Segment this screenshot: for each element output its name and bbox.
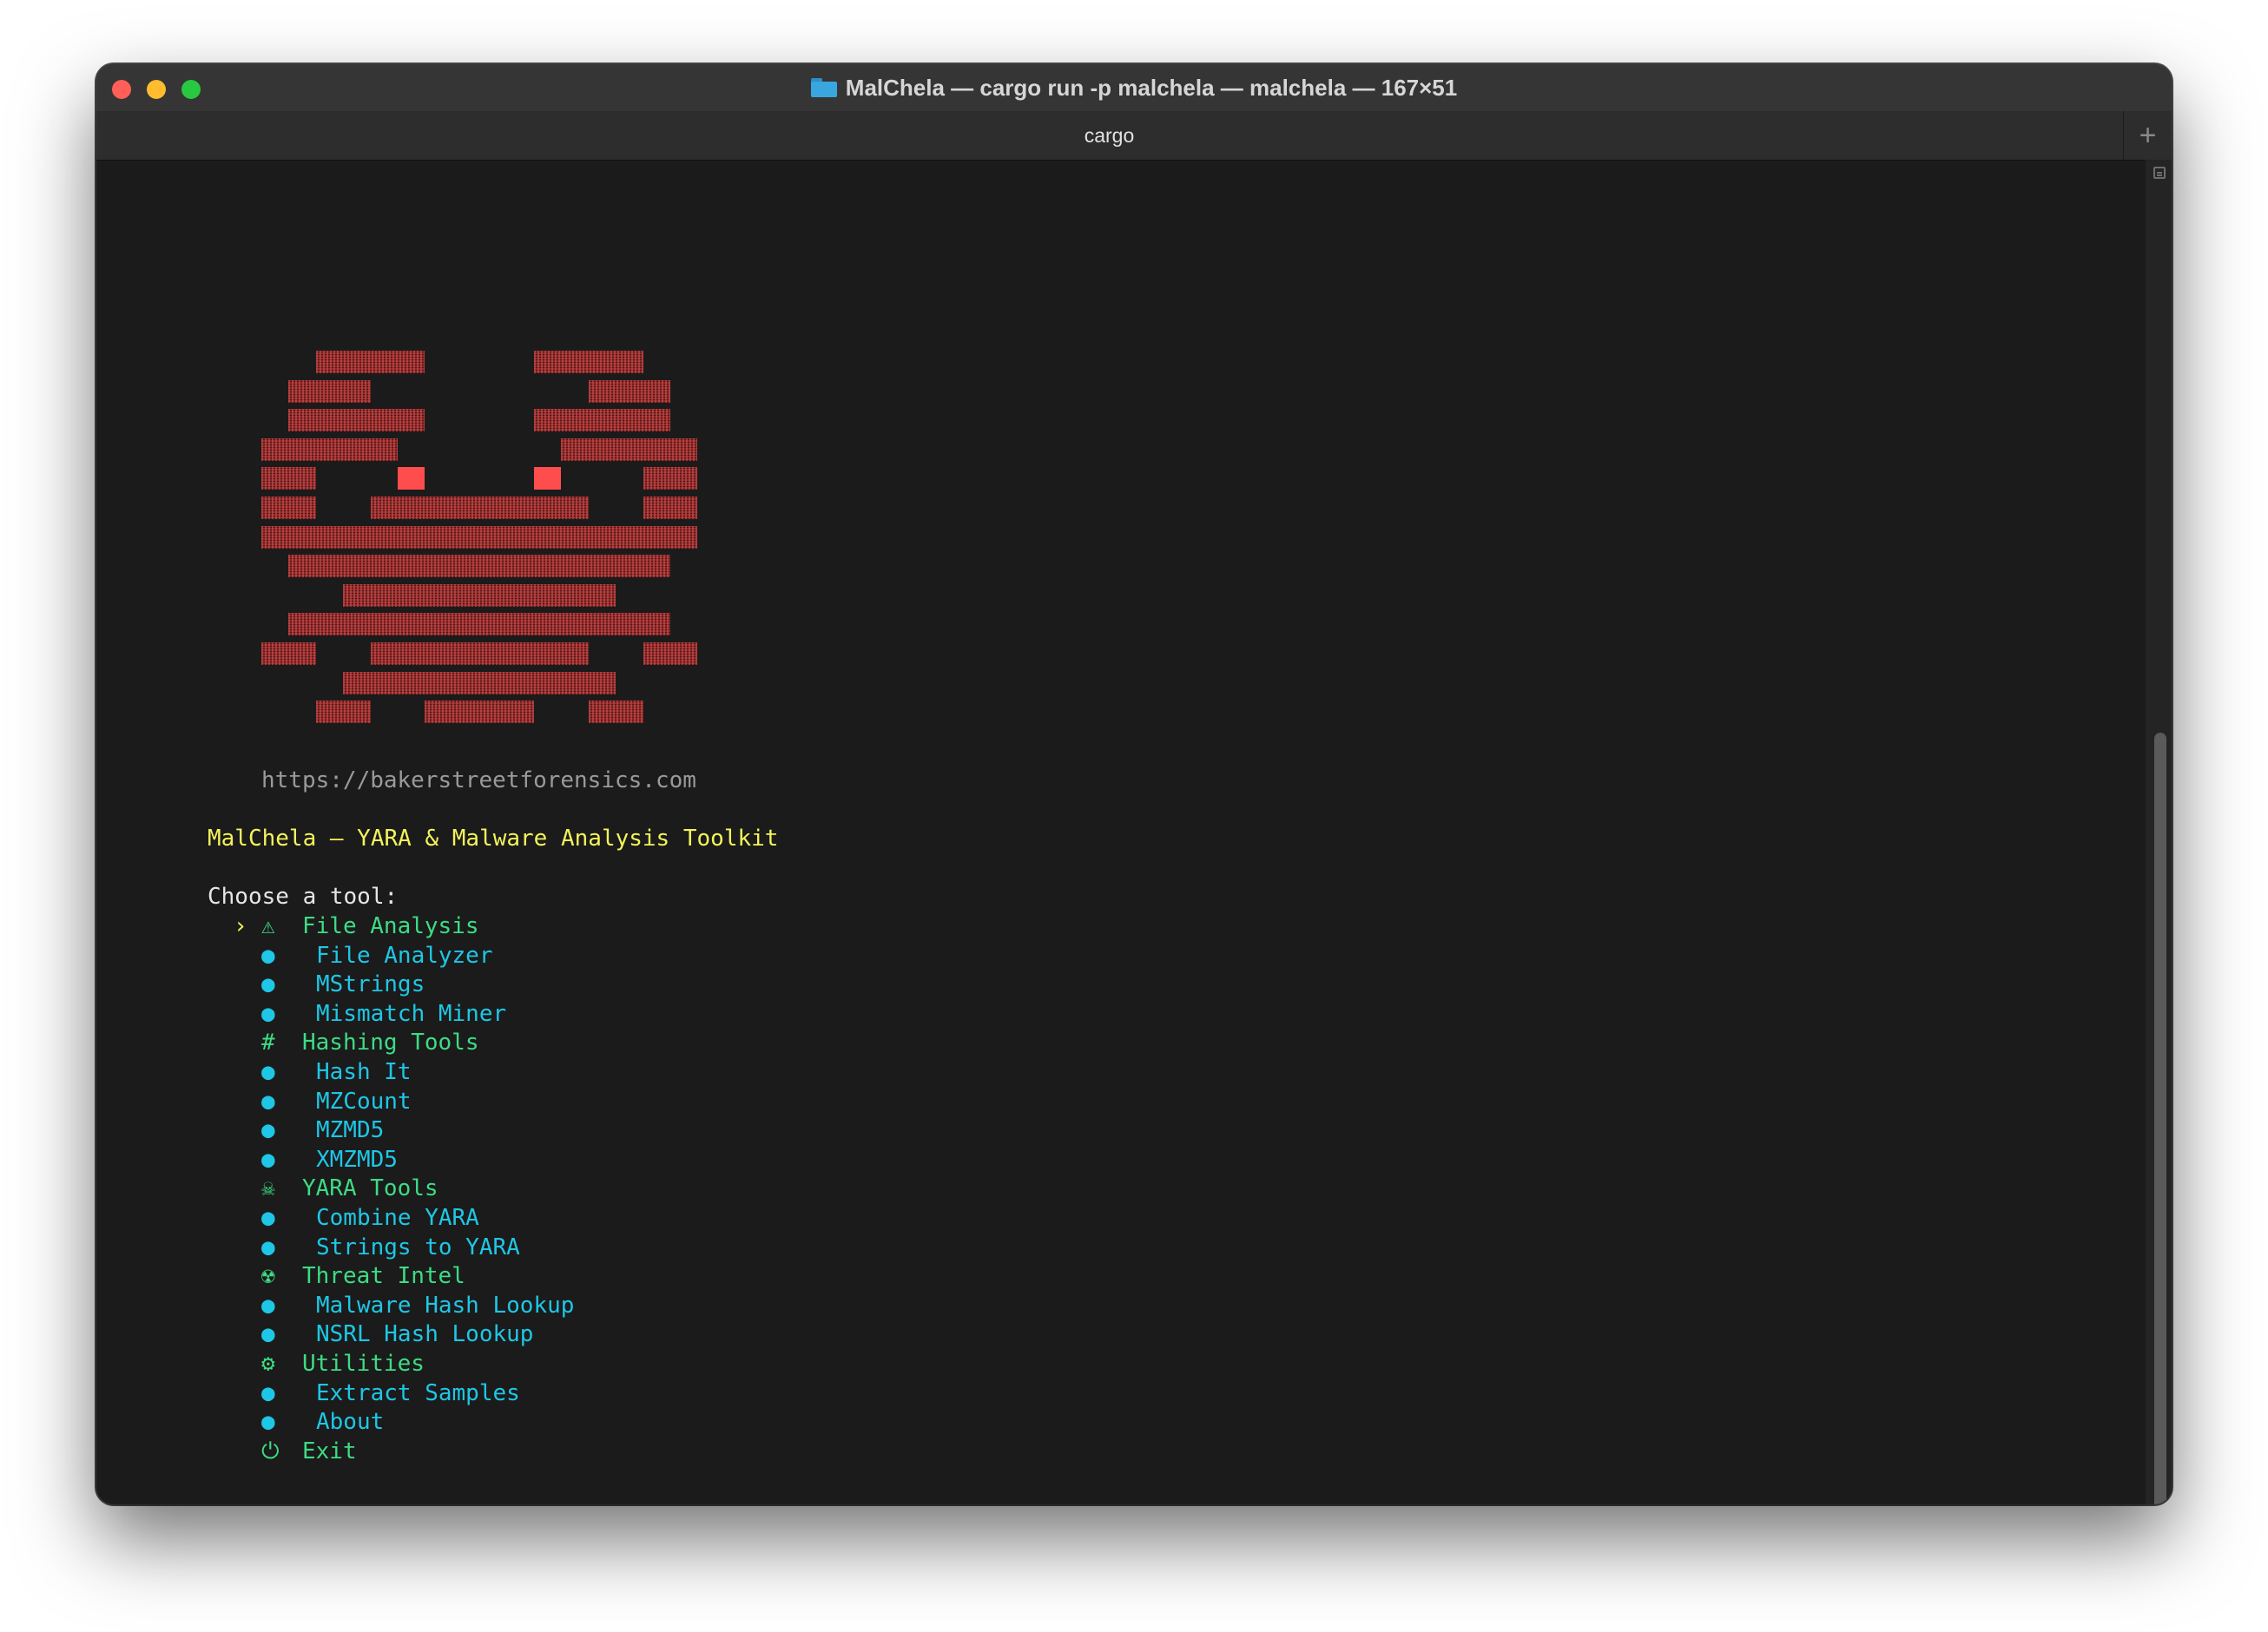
menu-category[interactable]: Threat Intel [302,1263,465,1289]
art-block [588,379,670,403]
toolkit-heading: MalChela – YARA & Malware Analysis Toolk… [208,826,779,852]
scrollbar-thumb[interactable] [2154,733,2166,1504]
art-block [370,497,589,519]
art-block [643,642,698,665]
bullet-icon: ● [261,1292,275,1319]
menu-item[interactable]: Malware Hash Lookup [316,1293,574,1319]
terminal-window: MalChela — cargo run -p malchela — malch… [96,64,2172,1504]
art-block [261,467,316,490]
tab-cargo[interactable]: cargo [96,111,2122,160]
menu-item[interactable]: MZMD5 [316,1117,384,1143]
hash-icon: # [261,1030,275,1056]
bullet-icon: ● [261,1379,275,1406]
terminal-output[interactable]: https://bakerstreetforensics.com MalChela… [96,160,2146,1504]
warning-icon: ⚠ [261,913,275,939]
art-block [534,409,670,432]
bullet-icon: ● [261,1146,275,1173]
art-block [343,671,616,694]
bullet-icon: ● [261,1117,275,1144]
folder-icon [810,78,837,97]
skull-icon: ☠ [261,1175,275,1202]
window-title: MalChela — cargo run -p malchela — malch… [845,74,1458,101]
menu-category[interactable]: Utilities [302,1351,425,1377]
menu-item[interactable]: Hash It [316,1059,412,1085]
art-block [343,583,616,607]
art-block [315,351,425,373]
art-block [643,467,698,490]
art-block [288,613,670,636]
bullet-icon: ● [261,1205,275,1231]
bullet-icon: ● [261,1059,275,1085]
bullet-icon: ● [261,1000,275,1027]
bullet-icon: ● [261,1321,275,1348]
bullet-icon: ● [261,1088,275,1115]
art-block [370,642,589,665]
crab-ascii-art [96,160,878,767]
selection-chevron: › [234,913,247,939]
art-block [643,497,698,519]
bullet-icon: ● [261,971,275,998]
art-block [261,642,316,665]
crab-eye [534,467,561,490]
menu-category[interactable]: Hashing Tools [302,1030,479,1056]
tab-bar: cargo + [96,111,2172,161]
menu-item[interactable]: NSRL Hash Lookup [316,1321,533,1347]
art-block [315,701,371,724]
menu-item[interactable]: About [316,1409,384,1435]
menu-item[interactable]: File Analyzer [316,943,493,969]
art-block [561,438,698,461]
gear-icon: ⚙ [261,1351,275,1377]
menu-item[interactable]: Combine YARA [316,1205,479,1231]
art-block [288,409,425,432]
art-block [261,438,398,461]
art-block [261,497,316,519]
crab-eye [398,467,425,490]
menu-category[interactable]: YARA Tools [302,1175,438,1201]
bullet-icon: ● [261,1234,275,1260]
art-block [534,351,643,373]
art-block [588,701,643,724]
radioactive-icon: ☢ [261,1263,275,1290]
new-tab-button[interactable]: + [2123,111,2172,160]
title-bar: MalChela — cargo run -p malchela — malch… [96,64,2172,111]
menu-item[interactable]: XMZMD5 [316,1147,398,1173]
menu-item[interactable]: Strings to YARA [316,1234,520,1260]
art-block [425,701,534,724]
menu-category[interactable]: File Analysis [302,913,479,939]
menu-item[interactable]: MZCount [316,1089,412,1115]
power-icon: ⏻ [261,1438,280,1464]
url-text: https://bakerstreetforensics.com [261,767,696,793]
bullet-icon: ● [261,942,275,969]
marks-icon[interactable] [2153,167,2166,179]
art-block [288,555,670,578]
menu-category[interactable]: Exit [302,1438,357,1464]
window-title-area: MalChela — cargo run -p malchela — malch… [96,64,2172,111]
menu-item[interactable]: MStrings [316,971,425,997]
menu-item[interactable]: Extract Samples [316,1380,520,1406]
bullet-icon: ● [261,1409,275,1436]
prompt-text: Choose a tool: [208,884,399,910]
art-block [288,379,371,403]
menu-item[interactable]: Mismatch Miner [316,1001,506,1027]
art-block [261,525,698,549]
